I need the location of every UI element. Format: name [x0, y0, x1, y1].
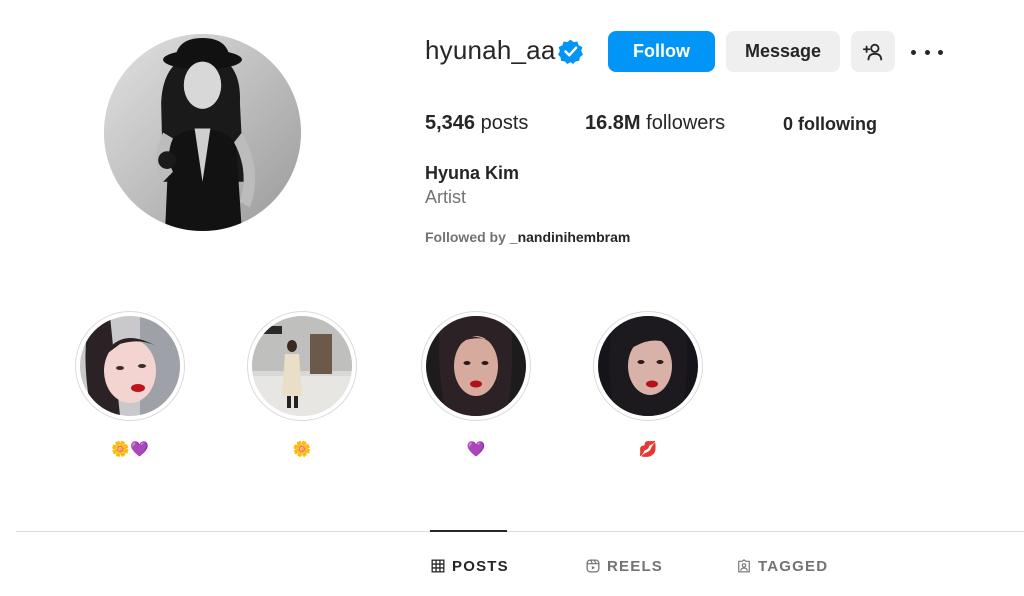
profile-full-name: Hyuna Kim [425, 163, 520, 183]
more-dot [938, 49, 943, 55]
person-add-icon [862, 43, 883, 60]
message-button[interactable]: Message [726, 31, 840, 72]
posts-count: 5,346 [425, 112, 476, 134]
tagged-icon [738, 559, 750, 573]
more-dot [911, 49, 916, 55]
story-highlight-1[interactable] [75, 311, 185, 421]
grid-icon [431, 559, 445, 573]
story-highlight-3[interactable] [421, 311, 531, 421]
tab-tagged[interactable]: TAGGED [737, 556, 828, 576]
story-highlight-4[interactable] [593, 311, 703, 421]
following-label: following [798, 114, 878, 134]
following-count-stat[interactable]: 0 following [783, 114, 877, 135]
followers-count: 16.8M [585, 112, 641, 134]
profile-username: hyunah_aa [425, 35, 556, 65]
posts-label: posts [480, 112, 529, 134]
tab-tagged-label: TAGGED [758, 557, 829, 575]
reels-icon [586, 559, 600, 573]
story-highlight-4-label: 💋 [638, 441, 658, 458]
more-dot [924, 49, 930, 55]
highlight-cover-image [598, 316, 698, 416]
suggest-accounts-button[interactable] [851, 31, 895, 72]
followed-by-user-link[interactable]: _nandinihembram [510, 229, 631, 245]
story-highlight-2[interactable] [247, 311, 357, 421]
more-options-icon[interactable] [911, 42, 943, 62]
story-highlight-2-label: 🌼 [292, 441, 312, 458]
story-highlight-1-label: 🌼💜 [111, 441, 149, 458]
followed-by-text: Followed by _nandinihembram [425, 229, 630, 245]
tabs-divider [16, 531, 1024, 532]
followers-count-stat[interactable]: 16.8M followers [585, 112, 725, 135]
posts-count-stat: 5,346 posts [425, 112, 528, 135]
tab-posts-label: POSTS [452, 557, 509, 575]
following-count: 0 [783, 114, 794, 134]
followers-label: followers [646, 112, 726, 134]
profile-avatar[interactable] [104, 34, 301, 231]
profile-photo [104, 34, 301, 231]
highlight-cover-image [252, 316, 352, 416]
story-highlight-3-label: 💜 [466, 441, 486, 458]
tab-posts[interactable]: POSTS [431, 556, 509, 576]
highlight-cover-image [426, 316, 526, 416]
verified-badge-icon [558, 39, 583, 64]
tab-reels[interactable]: REELS [586, 556, 663, 576]
follow-button[interactable]: Follow [608, 31, 715, 72]
profile-category: Artist [425, 187, 467, 207]
highlight-cover-image [80, 316, 180, 416]
tab-reels-label: REELS [607, 557, 664, 575]
followed-by-prefix: Followed by [425, 229, 506, 245]
active-tab-indicator [430, 530, 507, 532]
